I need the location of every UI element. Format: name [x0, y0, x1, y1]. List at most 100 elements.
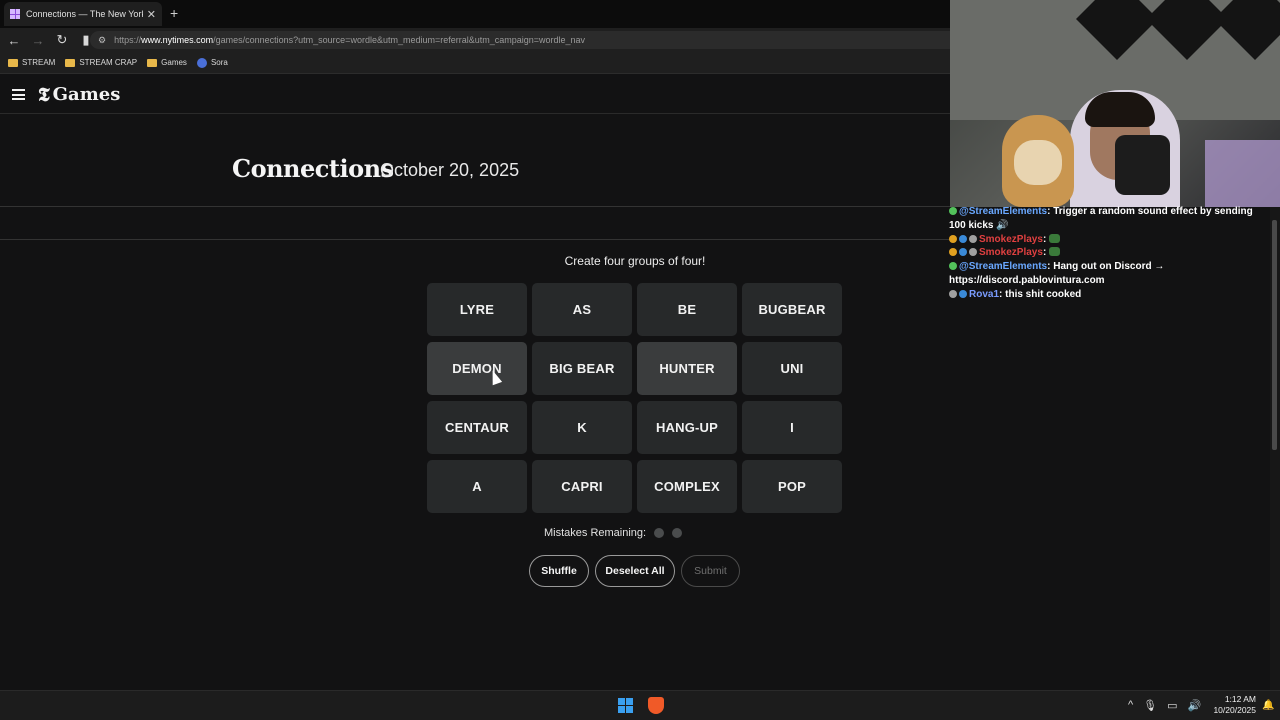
chat-username: @StreamElements: [959, 206, 1048, 217]
back-button[interactable]: ←: [4, 33, 24, 48]
emote-icon: [1049, 247, 1061, 257]
network-icon[interactable]: ▭: [1167, 699, 1177, 712]
bookmark-games[interactable]: Games: [147, 58, 187, 67]
badge-icon: [959, 234, 967, 243]
scrollbar-thumb[interactable]: [1272, 220, 1277, 450]
site-settings-icon[interactable]: ⚙: [98, 35, 106, 46]
badge-icon: [959, 248, 967, 257]
submit-button[interactable]: Submit: [681, 555, 740, 587]
nyt-games-header: 𝕿 Games: [0, 76, 950, 114]
word-tile[interactable]: BUGBEAR: [742, 283, 842, 336]
word-tile[interactable]: I: [742, 401, 842, 454]
brave-browser-icon[interactable]: [648, 697, 664, 714]
badge-icon: [949, 262, 957, 271]
streamer-hair: [1085, 92, 1155, 127]
webcam-feed: [950, 0, 1280, 207]
nyt-logo-icon[interactable]: 𝕿: [38, 84, 50, 106]
tab-title: Connections — The New York Ti: [26, 9, 143, 19]
mistakes-label: Mistakes Remaining:: [544, 527, 647, 539]
clock-date: 10/20/2025: [1213, 705, 1256, 715]
word-tile[interactable]: CENTAUR: [427, 401, 527, 454]
url-prefix: https://: [114, 35, 142, 45]
clock-time: 1:12 AM: [1224, 694, 1256, 704]
sora-icon: [196, 57, 207, 68]
browser-tab[interactable]: Connections — The New York Ti ✕: [4, 2, 162, 26]
folder-icon: [65, 58, 76, 67]
webcam-lighting: [1205, 140, 1280, 207]
chat-text: this shit cooked: [1005, 288, 1082, 300]
game-title-band: Connections October 20, 2025: [0, 115, 950, 207]
browser-toolbar: ← → ↻ ▮ ⚙ https://www.nytimes.com/games/…: [0, 28, 950, 52]
windows-taskbar: ^ 🎙 ▭ 🔊 1:12 AM 10/20/2025 🔔: [0, 690, 1280, 720]
bookmark-label: Games: [161, 58, 187, 67]
games-logo-text[interactable]: Games: [53, 84, 121, 105]
badge-icon: [949, 289, 957, 298]
badge-icon: [949, 248, 957, 257]
microphone-icon[interactable]: 🎙: [1143, 699, 1157, 712]
bookmark-sora[interactable]: Sora: [196, 57, 228, 68]
chat-username: Rova1: [969, 288, 1000, 300]
word-tile[interactable]: BE: [637, 283, 737, 336]
address-bar[interactable]: ⚙ https://www.nytimes.com/games/connecti…: [90, 31, 950, 49]
word-grid: LYRE AS BE BUGBEAR DEMON BIG BEAR HUNTER…: [427, 283, 844, 513]
folder-icon: [8, 58, 18, 67]
volume-icon[interactable]: 🔊: [1188, 699, 1202, 712]
chat-username: @StreamElements: [959, 261, 1048, 273]
bookmark-stream-crap[interactable]: STREAM CRAP: [65, 58, 137, 67]
bookmark-label: Sora: [210, 58, 228, 67]
badge-icon: [949, 207, 957, 215]
badge-icon: [949, 234, 957, 243]
word-tile-selected[interactable]: HUNTER: [637, 342, 737, 395]
url-host: www.nytimes.com: [141, 35, 214, 45]
mistake-dot: [654, 528, 665, 538]
instruction-text: Create four groups of four!: [564, 254, 706, 268]
word-tile-selected[interactable]: DEMON: [427, 342, 527, 395]
badge-icon: [969, 248, 977, 257]
chat-message: SmokezPlays:: [949, 246, 1269, 260]
screen: { "browser": { "tab_title": "Connections…: [0, 0, 1280, 720]
word-tile[interactable]: AS: [532, 283, 632, 336]
tray-chevron-icon[interactable]: ^: [1128, 699, 1133, 712]
stream-chat: @StreamElements: Trigger a random sound …: [949, 205, 1269, 302]
chat-username: SmokezPlays: [979, 247, 1043, 259]
bookmark-label: STREAM: [22, 58, 56, 67]
reload-button[interactable]: ↻: [52, 32, 72, 48]
new-tab-button[interactable]: +: [170, 5, 178, 21]
bookmark-label: STREAM CRAP: [79, 58, 138, 67]
word-tile[interactable]: BIG BEAR: [532, 342, 632, 395]
page-title: Connections: [232, 154, 394, 183]
folder-icon: [147, 58, 158, 67]
word-tile[interactable]: K: [532, 401, 632, 454]
puzzle-date: October 20, 2025: [380, 160, 520, 180]
badge-icon: [969, 234, 977, 243]
emote-icon: [1049, 233, 1061, 243]
chat-message: Rova1: this shit cooked: [949, 288, 1269, 302]
bookmark-stream[interactable]: STREAM: [8, 58, 55, 67]
notification-icon[interactable]: 🔔: [1262, 700, 1274, 711]
bookmarks-bar: STREAM STREAM CRAP Games Sora: [0, 52, 950, 74]
mistakes-remaining: Mistakes Remaining:: [544, 527, 683, 539]
tab-close-icon[interactable]: ✕: [147, 8, 156, 21]
word-tile[interactable]: UNI: [742, 342, 842, 395]
word-tile[interactable]: CAPRI: [532, 460, 632, 513]
chat-message: @StreamElements: Hang out on Discord → h…: [949, 260, 1269, 288]
word-tile[interactable]: LYRE: [427, 283, 527, 336]
taskbar-clock[interactable]: 1:12 AM 10/20/2025: [1206, 694, 1256, 716]
system-tray: ^ 🎙 ▭ 🔊: [1128, 699, 1201, 712]
browser-tab-strip: Connections — The New York Ti ✕ +: [0, 0, 950, 28]
windows-start-icon[interactable]: [618, 698, 633, 713]
deselect-all-button[interactable]: Deselect All: [595, 555, 675, 587]
microphone: [1115, 135, 1170, 195]
word-tile[interactable]: HANG-UP: [637, 401, 737, 454]
chat-message: SmokezPlays:: [949, 233, 1269, 247]
mistake-dot: [672, 528, 683, 538]
word-tile[interactable]: COMPLEX: [637, 460, 737, 513]
forward-button[interactable]: →: [28, 33, 48, 48]
chat-message: @StreamElements: Trigger a random sound …: [949, 205, 1269, 233]
word-tile[interactable]: POP: [742, 460, 842, 513]
menu-icon[interactable]: [12, 89, 25, 100]
shuffle-button[interactable]: Shuffle: [529, 555, 589, 587]
badge-icon: [959, 289, 967, 298]
word-tile[interactable]: A: [427, 460, 527, 513]
connections-favicon-icon: [10, 9, 20, 19]
